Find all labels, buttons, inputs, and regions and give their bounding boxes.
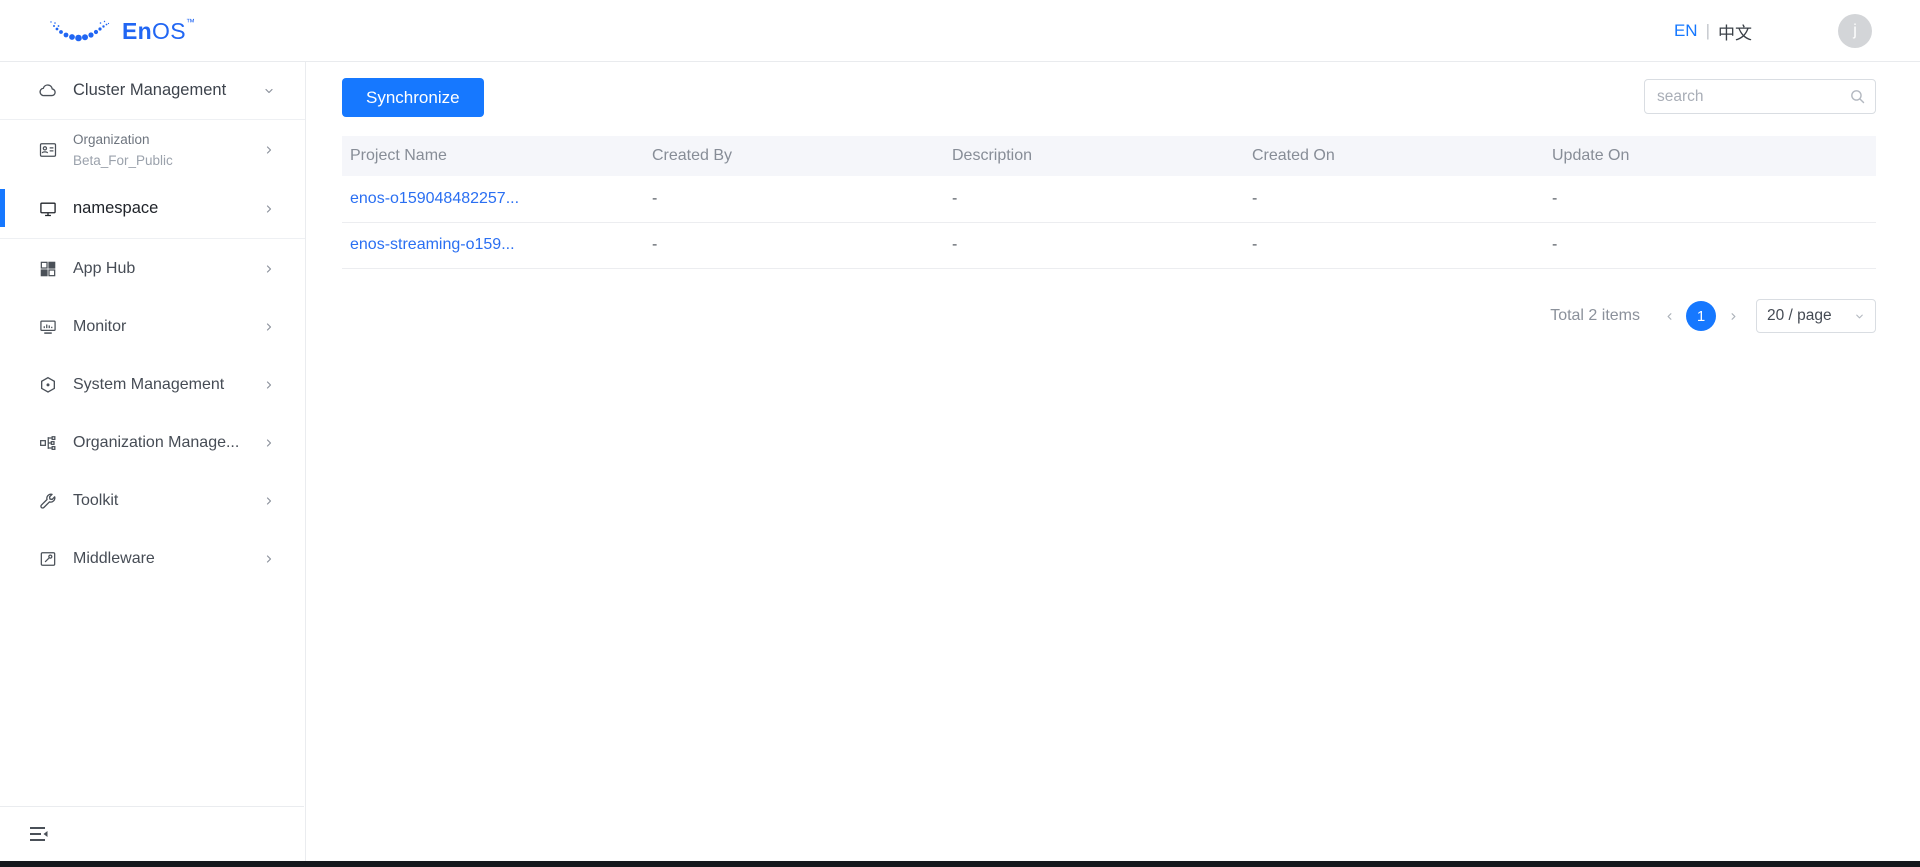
- avatar-initial: j: [1853, 22, 1857, 39]
- cell-description: -: [944, 222, 1244, 269]
- chevron-right-icon: [263, 379, 275, 391]
- monitor-icon: [38, 199, 58, 219]
- cell-update-on: -: [1544, 222, 1876, 269]
- pagination-next-button[interactable]: [1722, 301, 1744, 331]
- search-input[interactable]: [1644, 79, 1876, 114]
- dashboard-monitor-icon: [38, 317, 58, 337]
- synchronize-button[interactable]: Synchronize: [342, 78, 484, 117]
- cell-created-on: -: [1244, 222, 1544, 269]
- column-header-project-name: Project Name: [342, 136, 644, 176]
- sidebar-item-label: Monitor: [73, 318, 127, 335]
- column-header-created-on: Created On: [1244, 136, 1544, 176]
- sidebar-item-toolkit[interactable]: Toolkit: [0, 472, 305, 530]
- organization-value: Beta_For_Public: [73, 152, 173, 168]
- pagination-prev-button[interactable]: [1658, 301, 1680, 331]
- column-header-description: Description: [944, 136, 1244, 176]
- enos-logo: EnOS™: [44, 15, 195, 45]
- cell-created-by: -: [644, 176, 944, 223]
- sidebar-item-label: namespace: [73, 199, 159, 217]
- sidebar-item-label: Toolkit: [73, 492, 119, 509]
- search-box: [1644, 79, 1876, 114]
- sidebar-item-label: App Hub: [73, 260, 136, 277]
- table-row: enos-streaming-o159... - - - -: [342, 222, 1876, 269]
- search-icon: [1849, 88, 1866, 105]
- sidebar-item-label: System Management: [73, 376, 225, 393]
- id-card-icon: [38, 140, 58, 160]
- wrench-icon: [38, 491, 58, 511]
- chevron-down-icon: [1856, 314, 1863, 318]
- pagination-page-1[interactable]: 1: [1686, 301, 1716, 331]
- chevron-down-icon: [263, 85, 275, 97]
- page-size-select[interactable]: 20 / page: [1756, 299, 1876, 333]
- main-content: Synchronize Project Name Created By Desc…: [307, 62, 1920, 861]
- lang-zh-link[interactable]: 中文: [1718, 19, 1752, 44]
- chevron-right-icon: [263, 203, 275, 215]
- chevron-right-icon: [263, 321, 275, 333]
- hexagon-settings-icon: [38, 375, 58, 395]
- chevron-right-icon: [263, 495, 275, 507]
- chevron-right-icon: [263, 553, 275, 565]
- sidebar-item-middleware[interactable]: Middleware: [0, 530, 305, 588]
- sidebar-divider: [0, 238, 305, 239]
- chevron-right-icon: [263, 144, 275, 156]
- table-header-row: Project Name Created By Description Crea…: [342, 136, 1876, 176]
- bottom-edge-strip: [0, 861, 1920, 867]
- sidebar-item-label: Cluster Management: [73, 81, 227, 99]
- project-link[interactable]: enos-o159048482257...: [350, 190, 519, 207]
- cell-description: -: [944, 176, 1244, 223]
- sidebar-item-label: Organization Manage...: [73, 434, 240, 451]
- collapse-sidebar-button[interactable]: [28, 825, 50, 843]
- pagination-total: Total 2 items: [1550, 307, 1640, 324]
- middleware-icon: [38, 549, 58, 569]
- chevron-right-icon: [263, 263, 275, 275]
- user-avatar[interactable]: j: [1838, 14, 1872, 48]
- projects-table: Project Name Created By Description Crea…: [342, 136, 1876, 269]
- sidebar-nav-list: App Hub Monitor System Management Organi…: [0, 240, 305, 588]
- sidebar-footer: [0, 806, 304, 861]
- menu-fold-icon: [30, 827, 48, 841]
- active-indicator: [0, 189, 5, 227]
- project-link[interactable]: enos-streaming-o159...: [350, 236, 515, 253]
- organization-label: Organization: [73, 131, 150, 147]
- pagination: Total 2 items 1 20 / page: [1550, 299, 1876, 333]
- sidebar: Cluster Management Organization Beta_For…: [0, 62, 306, 861]
- top-bar: EnOS™ EN | 中文 j: [0, 0, 1920, 62]
- column-header-update-on: Update On: [1544, 136, 1876, 176]
- column-header-created-by: Created By: [644, 136, 944, 176]
- table-row: enos-o159048482257... - - - -: [342, 176, 1876, 223]
- language-switcher: EN | 中文: [1674, 0, 1752, 62]
- page-size-value: 20 / page: [1767, 307, 1832, 324]
- lang-separator: |: [1705, 21, 1710, 40]
- sidebar-item-cluster-management[interactable]: Cluster Management: [0, 62, 305, 119]
- sidebar-item-app-hub[interactable]: App Hub: [0, 240, 305, 298]
- org-chart-icon: [38, 433, 58, 453]
- sidebar-item-monitor[interactable]: Monitor: [0, 298, 305, 356]
- sidebar-item-label: Middleware: [73, 550, 155, 567]
- cloud-icon: [38, 81, 58, 101]
- logo-text: EnOS™: [122, 17, 196, 44]
- sidebar-item-namespace[interactable]: namespace: [0, 179, 305, 238]
- cell-created-on: -: [1244, 176, 1544, 223]
- lang-en-link[interactable]: EN: [1674, 21, 1698, 41]
- cell-created-by: -: [644, 222, 944, 269]
- enos-swoosh-icon: [50, 20, 110, 42]
- cell-update-on: -: [1544, 176, 1876, 223]
- chevron-right-icon: [263, 437, 275, 449]
- sidebar-item-organization[interactable]: Organization Beta_For_Public: [0, 120, 305, 179]
- sidebar-item-system-management[interactable]: System Management: [0, 356, 305, 414]
- sidebar-item-organization-management[interactable]: Organization Manage...: [0, 414, 305, 472]
- appstore-icon: [38, 259, 58, 279]
